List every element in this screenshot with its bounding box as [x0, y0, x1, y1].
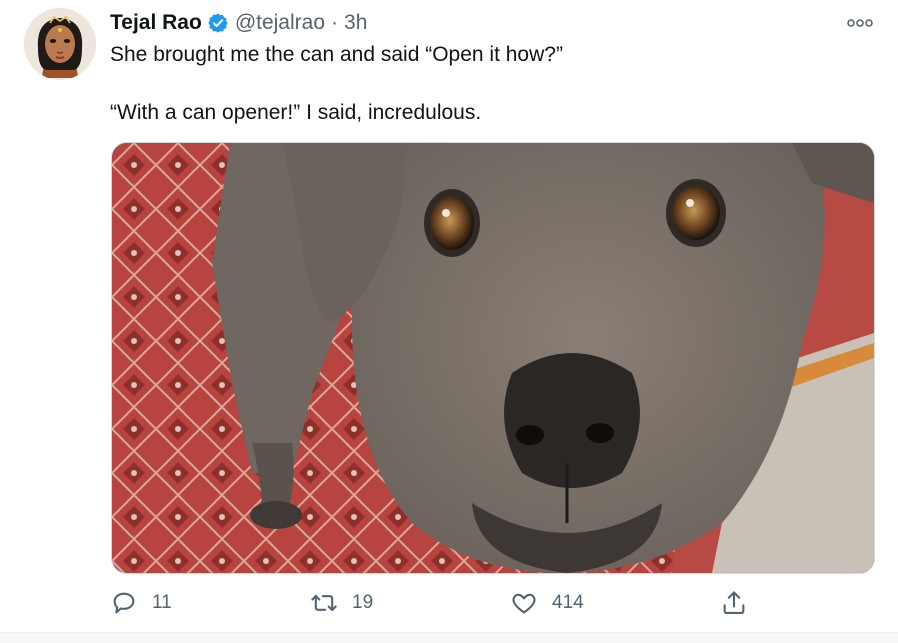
share-button[interactable] [720, 586, 748, 620]
tweet-timestamp[interactable]: 3h [344, 11, 367, 35]
tweet-text-line: “With a can opener!” I said, incredulous… [110, 101, 482, 124]
share-icon [720, 589, 748, 617]
separator-dot: · [331, 11, 339, 34]
action-bar: 11 19 414 [110, 586, 750, 620]
verified-badge-icon [207, 12, 229, 34]
author-handle[interactable]: @tejalrao [235, 11, 325, 35]
tweet-divider [0, 632, 898, 643]
heart-icon [510, 589, 538, 617]
author-name[interactable]: Tejal Rao [110, 11, 202, 35]
retweet-count: 19 [352, 592, 374, 613]
avatar[interactable] [24, 8, 96, 80]
tweet-text: She brought me the can and said “Open it… [110, 40, 870, 127]
retweet-icon [310, 589, 338, 617]
tweet-text-line: She brought me the can and said “Open it… [110, 43, 563, 66]
like-count: 414 [552, 592, 584, 613]
retweet-button[interactable]: 19 [310, 586, 373, 620]
tweet[interactable]: Tejal Rao @tejalrao · 3h She brought me … [0, 0, 898, 643]
tweet-photo[interactable] [111, 142, 875, 574]
more-options-icon[interactable] [842, 10, 878, 36]
like-button[interactable]: 414 [510, 586, 584, 620]
reply-count: 11 [152, 592, 172, 613]
reply-button[interactable]: 11 [110, 586, 172, 620]
tweet-header: Tejal Rao @tejalrao · 3h [110, 8, 367, 38]
reply-icon [110, 589, 138, 617]
